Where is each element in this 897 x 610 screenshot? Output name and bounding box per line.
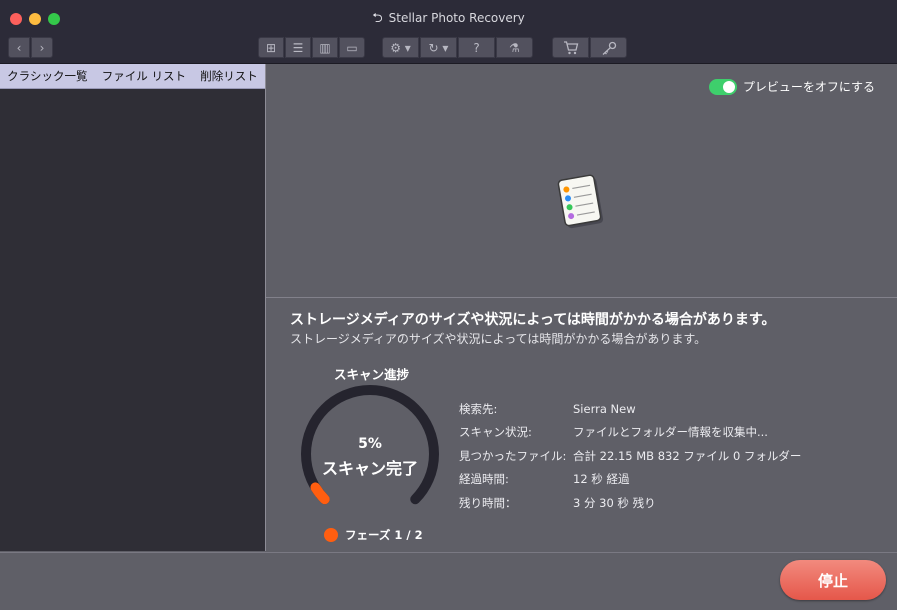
- purchase-buttons: [552, 37, 627, 58]
- tab-deleted-list[interactable]: 削除リスト: [196, 68, 262, 84]
- nav-buttons: ‹ ›: [8, 37, 53, 58]
- info-row: スキャン状況: ファイルとフォルダー情報を収集中...: [459, 421, 801, 445]
- nav-forward-button[interactable]: ›: [31, 37, 53, 58]
- info-row: 見つかったファイル: 合計 22.15 MB 832 ファイル 0 フォルダー: [459, 444, 801, 468]
- scan-status-label: スキャン完了: [321, 459, 418, 478]
- info-value: 合計 22.15 MB 832 ファイル 0 フォルダー: [573, 448, 802, 463]
- settings-button[interactable]: ⚙ ▾: [382, 37, 419, 58]
- phase-label: フェーズ 1 / 2: [345, 528, 423, 542]
- cart-button[interactable]: [552, 37, 589, 58]
- gauge-text: 5% スキャン完了: [296, 436, 444, 479]
- help-button[interactable]: ?: [458, 37, 495, 58]
- history-button[interactable]: ↻ ▾: [420, 37, 457, 58]
- nav-back-button[interactable]: ‹: [8, 37, 30, 58]
- primary-message: ストレージメディアのサイズや状況によっては時間がかかる場合があります。: [290, 312, 776, 328]
- activation-key-button[interactable]: [590, 37, 627, 58]
- window-title: ⮌ Stellar Photo Recovery: [0, 9, 897, 31]
- scan-phase: フェーズ 1 / 2: [324, 527, 423, 543]
- preview-toggle-row: プレビューをオフにする: [708, 78, 875, 95]
- scan-progress-title: スキャン進捗: [334, 367, 410, 382]
- action-buttons: ⚙ ▾ ↻ ▾ ? ⚗: [382, 37, 533, 58]
- footer-bar: [0, 552, 897, 610]
- gauge-fill: [310, 482, 330, 505]
- info-value: 12 秒 経過: [573, 472, 630, 487]
- info-value: 3 分 30 秒 残り: [573, 495, 656, 510]
- sidebar-tabs: クラシック一覧 ファイル リスト 削除リスト: [0, 64, 265, 89]
- title-bar: ⮌ Stellar Photo Recovery ‹ › ⊞ ☰ ▥ ▭ ⚙ ▾ …: [0, 0, 897, 64]
- scan-info-table: 検索先: Sierra New スキャン状況: ファイルとフォルダー情報を収集中..…: [459, 397, 801, 515]
- icon-view-button[interactable]: ⊞: [258, 37, 284, 58]
- phase-indicator-dot: [324, 528, 338, 542]
- main-panel: プレビューをオフにする ストレージメディアのサイズや状況によっては時間がかかる場…: [266, 64, 897, 551]
- analyze-button[interactable]: ⚗: [496, 37, 533, 58]
- tab-file-list[interactable]: ファイル リスト: [98, 68, 190, 84]
- return-arrow-icon[interactable]: ⮌: [372, 9, 382, 31]
- info-value: ファイルとフォルダー情報を収集中...: [573, 425, 768, 440]
- scan-document-icon: [557, 174, 604, 229]
- column-view-button[interactable]: ▥: [312, 37, 338, 58]
- scan-percent: 5%: [358, 436, 382, 452]
- info-row: 残り時間： 3 分 30 秒 残り: [459, 491, 801, 515]
- secondary-message: ストレージメディアのサイズや状況によっては時間がかかる場合があります。: [290, 332, 707, 346]
- preview-toggle-label: プレビューをオフにする: [742, 80, 875, 94]
- tab-classic-list[interactable]: クラシック一覧: [3, 68, 91, 84]
- info-row: 経過時間: 12 秒 経過: [459, 468, 801, 492]
- info-label: スキャン状況:: [459, 425, 532, 440]
- section-divider: [266, 297, 897, 298]
- info-label: 経過時間:: [459, 472, 509, 487]
- info-label: 見つかったファイル:: [459, 448, 567, 463]
- info-label: 残り時間：: [459, 495, 517, 510]
- preview-toggle[interactable]: [708, 78, 737, 95]
- toggle-knob: [722, 80, 735, 93]
- cart-icon: [563, 40, 578, 54]
- sidebar: クラシック一覧 ファイル リスト 削除リスト: [0, 64, 266, 551]
- cover-flow-view-button[interactable]: ▭: [339, 37, 365, 58]
- key-icon: [602, 41, 616, 55]
- info-label: 検索先:: [459, 401, 498, 416]
- list-view-button[interactable]: ☰: [285, 37, 311, 58]
- stop-button[interactable]: 停止: [780, 560, 886, 600]
- info-row: 検索先: Sierra New: [459, 397, 801, 421]
- info-value: Sierra New: [573, 401, 636, 416]
- window-title-text: Stellar Photo Recovery: [388, 11, 525, 25]
- view-mode-buttons: ⊞ ☰ ▥ ▭: [258, 37, 365, 58]
